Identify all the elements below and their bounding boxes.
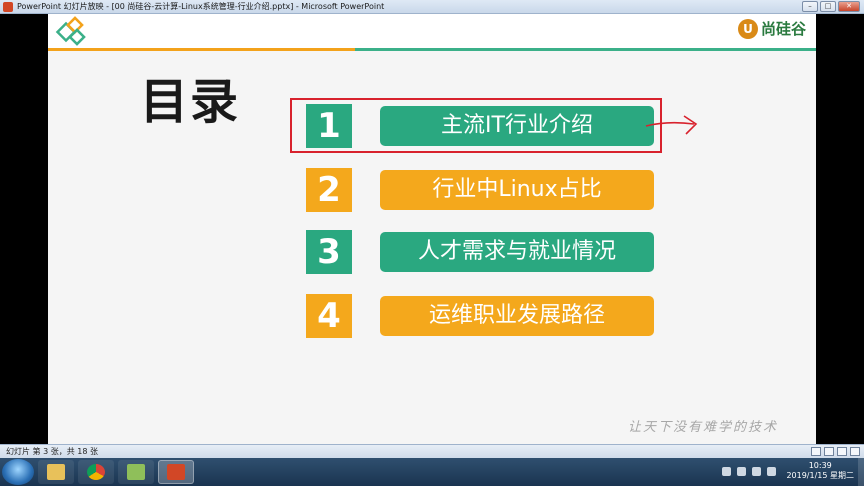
app-icon [127, 464, 145, 480]
tray-icon[interactable] [722, 466, 732, 476]
slide[interactable]: U 尚硅谷 目录 1 主流IT行业介绍 2 行业中Linux占比 3 人才需求与… [48, 14, 816, 444]
toc-number: 2 [306, 168, 352, 212]
toc-label: 行业中Linux占比 [380, 170, 654, 210]
window-titlebar: PowerPoint 幻灯片放映 - [00 尚硅谷-云计算-Linux系统管理… [0, 0, 864, 14]
network-icon[interactable] [752, 466, 762, 476]
taskbar-chrome[interactable] [78, 460, 114, 484]
toc-number: 3 [306, 230, 352, 274]
clock-time: 10:39 [808, 461, 832, 470]
chrome-icon [87, 464, 105, 480]
clock-date: 2019/1/15 星期二 [786, 471, 854, 480]
pen-arrow-icon [645, 115, 698, 135]
status-bar: 幻灯片 第 3 张，共 18 张 [0, 444, 864, 458]
powerpoint-icon [167, 464, 185, 480]
slideshow-stage: U 尚硅谷 目录 1 主流IT行业介绍 2 行业中Linux占比 3 人才需求与… [0, 14, 864, 444]
toc-item-3: 3 人才需求与就业情况 [306, 230, 656, 274]
toc-label: 运维职业发展路径 [380, 296, 654, 336]
taskbar-powerpoint[interactable] [158, 460, 194, 484]
normal-view-button[interactable] [811, 447, 821, 456]
toc-item-4: 4 运维职业发展路径 [306, 294, 656, 338]
window-controls: – □ ✕ [802, 1, 860, 12]
slogan-watermark: 让天下没有难学的技术 [628, 420, 779, 435]
minimize-button[interactable]: – [802, 1, 818, 12]
slide-counter: 幻灯片 第 3 张，共 18 张 [6, 447, 98, 456]
taskbar-app[interactable] [118, 460, 154, 484]
volume-icon[interactable] [767, 466, 777, 476]
system-tray: 10:39 2019/1/15 星期二 [722, 461, 854, 481]
slideshow-button[interactable] [850, 447, 860, 456]
view-buttons [811, 447, 860, 456]
clock[interactable]: 10:39 2019/1/15 星期二 [786, 461, 854, 481]
powerpoint-icon [3, 1, 13, 12]
toc-label: 人才需求与就业情况 [380, 232, 654, 272]
slide-heading: 目录 [140, 74, 241, 130]
reading-view-button[interactable] [837, 447, 847, 456]
close-button[interactable]: ✕ [838, 1, 860, 12]
toc-number: 4 [306, 294, 352, 338]
pen-highlight-box [290, 98, 662, 153]
toc-item-2: 2 行业中Linux占比 [306, 168, 656, 212]
window-title: PowerPoint 幻灯片放映 - [00 尚硅谷-云计算-Linux系统管理… [17, 2, 385, 11]
show-desktop-button[interactable] [858, 458, 864, 486]
logo-text: 尚硅谷 [760, 20, 806, 38]
folder-icon [47, 464, 65, 480]
tray-icon[interactable] [737, 466, 747, 476]
slide-sorter-button[interactable] [824, 447, 834, 456]
maximize-button[interactable]: □ [820, 1, 836, 12]
slide-header [48, 14, 816, 48]
logo-mark: U [737, 18, 758, 39]
taskbar: 10:39 2019/1/15 星期二 [0, 458, 864, 486]
brand-logo: U 尚硅谷 [737, 18, 806, 39]
taskbar-explorer[interactable] [38, 460, 74, 484]
start-button[interactable] [2, 459, 34, 485]
diamond-decoration-icon [55, 16, 86, 46]
